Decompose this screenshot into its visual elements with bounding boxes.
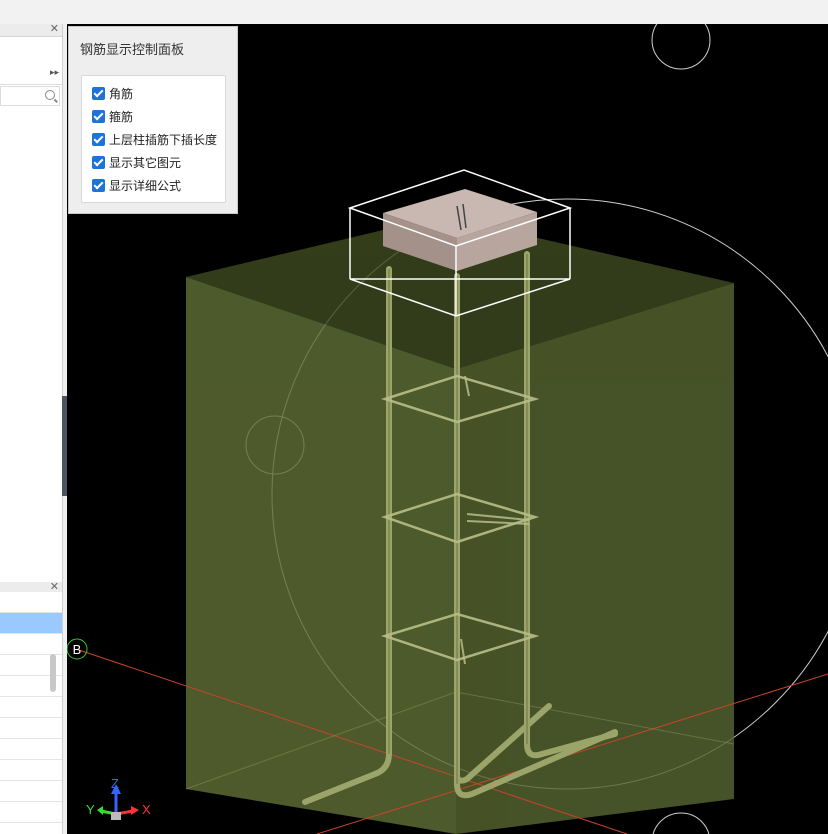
chevron-double-right-icon[interactable]: ▸▸ [50, 67, 59, 78]
option-label: 显示其它图元 [109, 155, 182, 170]
axis-marker-label: B [73, 642, 82, 657]
list-item[interactable] [0, 592, 62, 613]
list-item[interactable] [0, 760, 62, 781]
option-label: 上层柱插筋下插长度 [109, 132, 218, 147]
option-show-other-elements[interactable]: 显示其它图元 [92, 153, 181, 171]
option-dowel-length[interactable]: 上层柱插筋下插长度 [92, 130, 217, 148]
panel-title: 钢筋显示控制面板 [80, 42, 185, 57]
options-box: 角筋 箍筋 上层柱插筋下插长度 显示其它图元 显示详细公式 [81, 75, 226, 203]
y-axis-label: Y [86, 802, 95, 817]
checkbox-checked-icon[interactable] [92, 155, 105, 169]
left-pane: ✕ ▸▸ ✕ [0, 22, 63, 834]
search-icon[interactable] [45, 90, 55, 100]
checkbox-checked-icon[interactable] [92, 178, 105, 192]
list-item[interactable] [0, 802, 62, 823]
close-icon[interactable]: ✕ [50, 22, 59, 36]
rebar-display-control-panel: 钢筋显示控制面板 角筋 箍筋 上层柱插筋下插长度 显示其它图元 显示详细公式 [68, 26, 238, 214]
search-input[interactable] [0, 86, 60, 106]
scrollbar-thumb[interactable] [50, 654, 56, 692]
pane-header: ✕ [0, 22, 62, 37]
top-toolbar [0, 0, 828, 24]
pane-dropdown[interactable]: ▸▸ [0, 62, 62, 85]
x-axis-label: X [142, 802, 151, 817]
list-item[interactable] [0, 718, 62, 739]
list-item[interactable] [0, 697, 62, 718]
orbit-handle-top [651, 24, 711, 70]
z-axis-label: Z [111, 776, 119, 791]
option-label: 显示详细公式 [109, 178, 182, 193]
orbit-handle-bottom [652, 812, 710, 834]
axis-triad: Z X Y [86, 776, 151, 820]
checkbox-checked-icon[interactable] [92, 86, 105, 100]
checkbox-checked-icon[interactable] [92, 132, 105, 146]
scrollbar[interactable] [48, 624, 58, 692]
option-label: 箍筋 [109, 109, 134, 124]
option-corner-rebar[interactable]: 角筋 [92, 84, 133, 102]
option-show-detailed-formula[interactable]: 显示详细公式 [92, 176, 181, 194]
list-item[interactable] [0, 739, 62, 760]
option-label: 角筋 [109, 86, 134, 101]
checkbox-checked-icon[interactable] [92, 109, 105, 123]
option-stirrup[interactable]: 箍筋 [92, 107, 133, 125]
list-item[interactable] [0, 781, 62, 802]
